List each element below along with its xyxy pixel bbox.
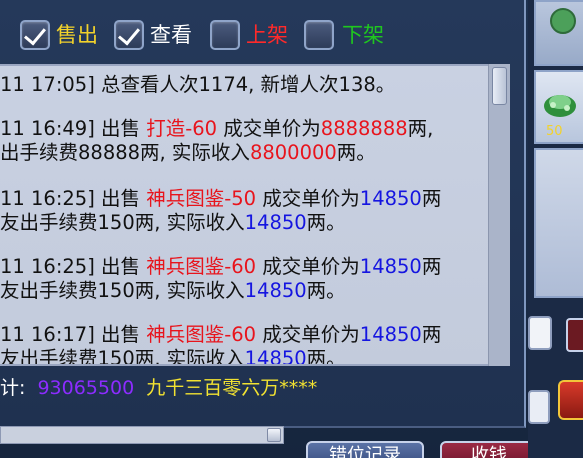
- log-text: 两。: [306, 211, 346, 234]
- log-text: 两。: [306, 279, 346, 302]
- item-slot[interactable]: 50: [534, 70, 583, 144]
- log-highlight-red: 8800000: [249, 141, 337, 164]
- log-text: 两: [421, 323, 442, 346]
- log-text: 11 16:25] 出售: [0, 255, 147, 278]
- log-text: 11 16:49] 出售: [0, 117, 147, 140]
- withdraw-button[interactable]: 收钱: [440, 441, 538, 458]
- view-label: 查看: [150, 23, 192, 47]
- log-price-blue: 14850: [244, 347, 307, 366]
- log-highlight-red: 打造-60: [146, 117, 218, 140]
- log-line: 11 17:05] 总查看人次1174, 新增人次138。: [0, 74, 395, 96]
- filter-bar: 售出 查看 上架 下架: [0, 14, 526, 62]
- stall-window: 售出 查看 上架 下架 11 17:05] 总查看人次1174, 新增人次138…: [0, 0, 583, 458]
- transaction-log[interactable]: 11 17:05] 总查看人次1174, 新增人次138。 11 16:49] 出…: [0, 64, 510, 366]
- log-line: 出手续费88888两, 实际收入8800000两。: [0, 142, 376, 164]
- log-line: 11 16:49] 出售 打造-60 成交单价为8888888两,: [0, 118, 433, 140]
- log-line: 11 16:17] 出售 神兵图鉴-60 成交单价为14850两: [0, 324, 441, 346]
- horizontal-scrollbar[interactable]: [0, 426, 284, 444]
- item-slot[interactable]: [534, 0, 583, 66]
- log-line: 11 16:25] 出售 神兵图鉴-60 成交单价为14850两: [0, 256, 441, 278]
- log-price-blue: 14850: [359, 255, 422, 278]
- total-prefix: 计:: [0, 377, 26, 399]
- log-line: 11 16:25] 出售 神兵图鉴-50 成交单价为14850两: [0, 188, 441, 210]
- side-button[interactable]: [566, 318, 583, 352]
- log-text: 友出手续费150两, 实际收入: [0, 347, 245, 366]
- log-text: 11 16:17] 出售: [0, 323, 147, 346]
- view-checkbox[interactable]: [114, 20, 144, 50]
- log-highlight-red: 神兵图鉴-60: [146, 323, 257, 346]
- log-highlight-red: 神兵图鉴-60: [146, 255, 257, 278]
- records-button[interactable]: 错位记录: [306, 441, 424, 458]
- log-line: 友出手续费150两, 实际收入14850两。: [0, 212, 346, 234]
- log-line: 友出手续费150两, 实际收入14850两。: [0, 347, 346, 366]
- quantity-input[interactable]: [528, 390, 550, 424]
- log-text: 友出手续费150两, 实际收入: [0, 211, 245, 234]
- log-text: 友出手续费150两, 实际收入: [0, 279, 245, 302]
- log-price-blue: 14850: [244, 211, 307, 234]
- delisted-label: 下架: [342, 23, 384, 47]
- total-amount: 93065500: [37, 377, 135, 399]
- listed-label: 上架: [246, 23, 288, 47]
- log-text: 11 16:25] 出售: [0, 187, 147, 210]
- log-text: 成交单价为: [256, 255, 360, 278]
- sold-checkbox[interactable]: [20, 20, 50, 50]
- delisted-checkbox[interactable]: [304, 20, 334, 50]
- gem-bundle-icon: [544, 95, 576, 117]
- log-text: 成交单价为: [217, 117, 321, 140]
- scroll-thumb[interactable]: [492, 67, 507, 105]
- item-slot[interactable]: [534, 148, 583, 298]
- log-price-blue: 14850: [244, 279, 307, 302]
- log-line: 友出手续费150两, 实际收入14850两。: [0, 280, 346, 302]
- total-amount-words: 九千三百零六万****: [146, 377, 318, 399]
- log-text: 两,: [407, 117, 434, 140]
- log-text: 两。: [336, 141, 376, 164]
- price-input[interactable]: [528, 316, 552, 350]
- log-text: 成交单价为: [256, 323, 360, 346]
- log-text: 两。: [306, 347, 346, 366]
- log-price-blue: 14850: [359, 187, 422, 210]
- log-text: 两: [421, 255, 442, 278]
- log-price-blue: 14850: [359, 323, 422, 346]
- sales-log-panel: 售出 查看 上架 下架 11 17:05] 总查看人次1174, 新增人次138…: [0, 0, 526, 428]
- log-highlight-red: 神兵图鉴-50: [146, 187, 257, 210]
- listed-checkbox[interactable]: [210, 20, 240, 50]
- log-text: 出手续费88888两, 实际收入: [0, 141, 250, 164]
- item-icon: [550, 8, 576, 34]
- log-scrollbar[interactable]: [488, 64, 510, 366]
- log-text: 两: [421, 187, 442, 210]
- log-text: 成交单价为: [256, 187, 360, 210]
- log-highlight-red: 8888888: [320, 117, 408, 140]
- item-quantity: 50: [546, 124, 563, 139]
- sold-label: 售出: [56, 23, 98, 47]
- horizontal-scroll-thumb[interactable]: [267, 428, 281, 442]
- log-text: 11 17:05] 总查看人次1174, 新增人次138。: [0, 73, 396, 96]
- side-badge-icon[interactable]: [558, 380, 583, 420]
- income-total: 计: 93065500 九千三百零六万****: [0, 376, 317, 400]
